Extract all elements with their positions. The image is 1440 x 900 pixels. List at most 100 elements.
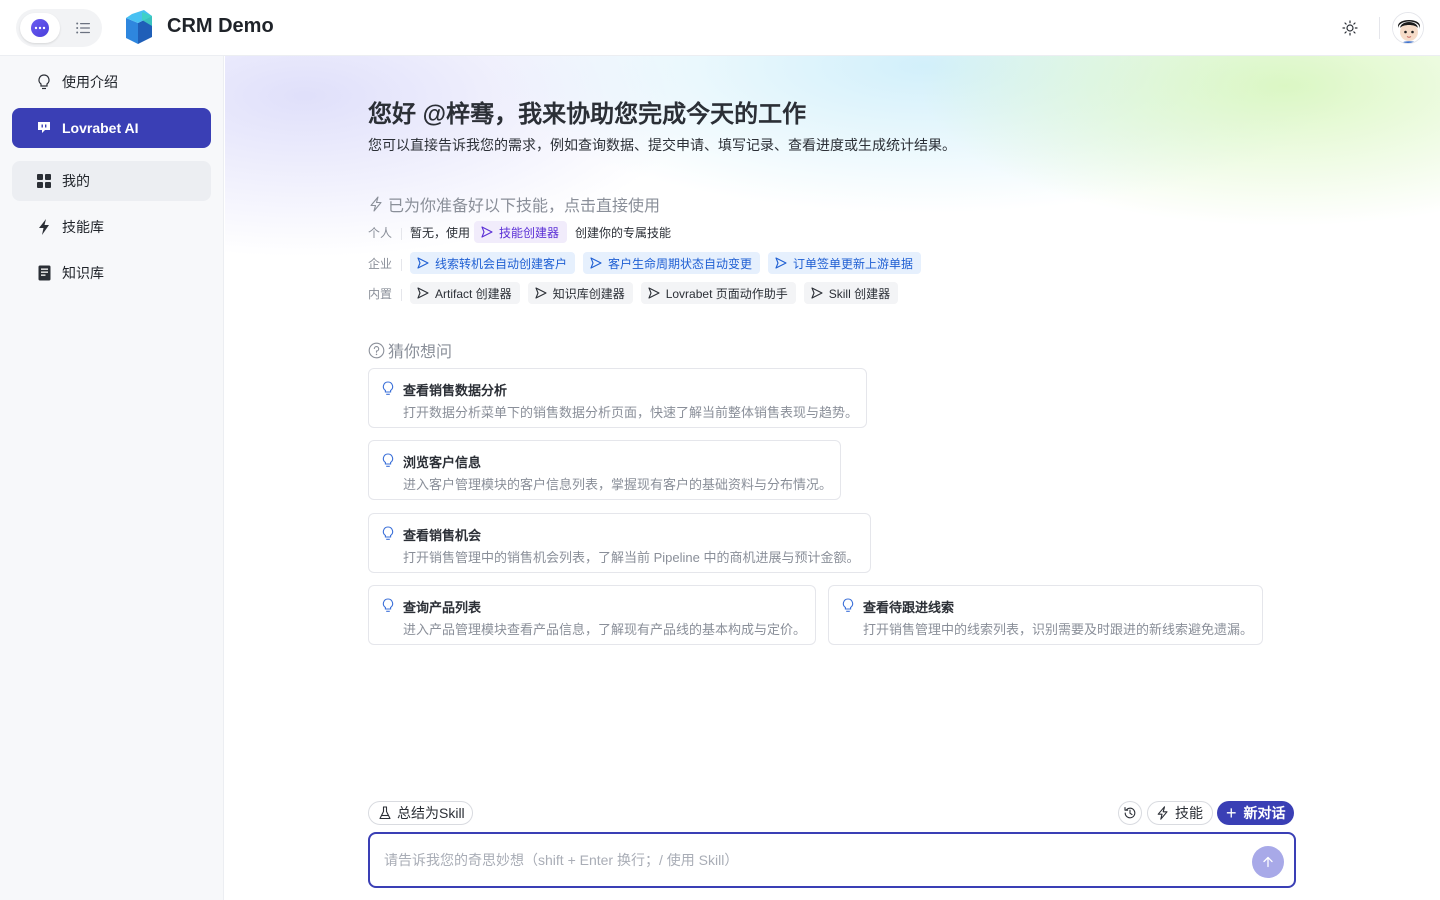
main-content: 您好 @梓骞，我来协助您完成今天的工作 您可以直接告诉我您的需求，例如查询数据、… [225,56,1440,900]
skills-button[interactable]: 技能 [1147,801,1213,825]
sidebar-item-label: 知识库 [62,265,104,281]
skills-heading-text: 已为你准备好以下技能，点击直接使用 [388,198,661,215]
chip-label: 订单签单更新上游单据 [793,256,914,271]
question-circle-icon [368,342,385,358]
card-title: 查看销售数据分析 [403,383,508,398]
chip-label: 客户生命周期状态自动变更 [608,256,753,271]
row-suffix-text: 创建你的专属技能 [575,225,672,240]
grid-icon [36,173,52,189]
lightning-outline-icon [1157,806,1168,820]
send-icon [417,287,429,299]
chip-label: Lovrabet 页面动作助手 [665,286,788,301]
chip-label: Artifact 创建器 [435,286,512,301]
skill-row-personal: 个人 暂无，使用 技能创建器 创建你的专属技能 [368,221,671,243]
row-label: 个人 [368,224,402,241]
flask-icon [379,806,391,820]
top-bar: CRM Demo [0,0,1440,56]
chip-label: Skill 创建器 [828,286,891,301]
skill-row-builtin: 内置 Artifact 创建器 知识库创建器 Lovrabet 页面动作助手 S… [368,282,899,304]
send-icon [535,287,547,299]
chat-input-box [368,832,1296,888]
lightbulb-icon [36,74,52,90]
view-mode-switch [16,9,102,47]
suggestions-heading: 猜你想问 [368,338,452,362]
user-avatar[interactable] [1392,12,1424,44]
sidebar-item-intro[interactable]: 使用介绍 [12,62,211,102]
lightbulb-icon [382,381,394,395]
chat-bubble-icon [36,120,52,136]
card-description: 打开数据分析菜单下的销售数据分析页面，快速了解当前整体销售表现与趋势。 [403,405,859,420]
sidebar-item-label: 我的 [62,173,90,189]
card-title: 浏览客户信息 [403,455,482,470]
skill-chip-builtin[interactable]: Artifact 创建器 [410,282,520,304]
chat-mode-button[interactable] [20,13,60,43]
chip-label: 知识库创建器 [552,286,625,301]
skill-chip-enterprise[interactable]: 线索转机会自动创建客户 [410,252,576,274]
history-icon [1124,807,1136,819]
send-icon [417,257,429,269]
skill-chip-builtin[interactable]: Lovrabet 页面动作助手 [640,282,796,304]
summarize-skill-button[interactable]: 总结为Skill [368,801,473,825]
summarize-label: 总结为Skill [397,805,465,821]
lightning-icon [36,219,52,235]
sidebar-item-label: Lovrabet AI [62,120,139,136]
new-chat-label: 新对话 [1243,805,1286,821]
greeting-subtitle: 您可以直接告诉我您的需求，例如查询数据、提交申请、填写记录、查看进度或生成统计结… [368,137,956,153]
skills-heading: 已为你准备好以下技能，点击直接使用 [368,192,660,216]
skill-chip-builtin[interactable]: Skill 创建器 [803,282,899,304]
card-description: 进入产品管理模块查看产品信息，了解现有产品线的基本构成与定价。 [403,622,807,637]
card-title: 查看销售机会 [403,528,482,543]
suggestion-card[interactable]: 查询产品列表 进入产品管理模块查看产品信息，了解现有产品线的基本构成与定价。 [368,585,816,645]
history-button[interactable] [1118,801,1142,825]
lightning-outline-icon [370,196,382,212]
app-title: CRM Demo [167,15,274,37]
theme-toggle-button[interactable] [1336,14,1364,42]
send-button[interactable] [1252,846,1284,878]
sidebar-item-lovrabet-ai[interactable]: Lovrabet AI [12,108,211,148]
card-description: 进入客户管理模块的客户信息列表，掌握现有客户的基础资料与分布情况。 [403,477,833,492]
send-icon [811,287,823,299]
top-divider [1379,17,1380,39]
skill-chip-builtin[interactable]: 知识库创建器 [527,282,633,304]
suggestion-card[interactable]: 浏览客户信息 进入客户管理模块的客户信息列表，掌握现有客户的基础资料与分布情况。 [368,440,841,500]
app-logo [122,10,156,46]
suggestion-card[interactable]: 查看销售数据分析 打开数据分析菜单下的销售数据分析页面，快速了解当前整体销售表现… [368,368,867,428]
skill-chip-creator[interactable]: 技能创建器 [474,221,568,243]
send-icon [481,226,493,238]
list-mode-button[interactable] [68,13,98,43]
lightbulb-icon [382,453,394,467]
sidebar: 使用介绍 Lovrabet AI 我的 技能库 知识库 [0,56,224,900]
suggestions-heading-text: 猜你想问 [388,344,453,361]
suggestion-card[interactable]: 查看待跟进线索 打开销售管理中的线索列表，识别需要及时跟进的新线索避免遗漏。 [828,585,1263,645]
chip-label: 线索转机会自动创建客户 [435,256,568,271]
sidebar-item-skills[interactable]: 技能库 [12,207,211,247]
send-icon [590,257,602,269]
skill-row-enterprise: 企业 线索转机会自动创建客户 客户生命周期状态自动变更 订单签单更新上游单据 [368,252,922,274]
book-icon [36,265,52,281]
suggestion-card[interactable]: 查看销售机会 打开销售管理中的销售机会列表，了解当前 Pipeline 中的商机… [368,513,871,573]
sidebar-item-label: 使用介绍 [62,74,118,90]
new-chat-button[interactable]: + 新对话 [1217,801,1294,825]
row-label: 企业 [368,255,402,272]
send-icon [775,257,787,269]
lightbulb-icon [842,598,854,612]
lightbulb-icon [382,526,394,540]
row-prefix-text: 暂无，使用 [410,225,471,240]
sidebar-item-mine[interactable]: 我的 [12,161,211,201]
sun-icon [1342,20,1358,36]
card-title: 查看待跟进线索 [863,600,955,615]
plus-icon: + [1226,803,1237,823]
card-description: 打开销售管理中的销售机会列表，了解当前 Pipeline 中的商机进展与预计金额… [403,550,860,565]
sidebar-item-label: 技能库 [62,219,104,235]
send-icon [648,287,660,299]
arrow-up-icon [1263,856,1273,868]
row-label: 内置 [368,285,402,302]
sidebar-item-knowledge[interactable]: 知识库 [12,253,211,293]
greeting-title: 您好 @梓骞，我来协助您完成今天的工作 [368,101,807,128]
chat-input[interactable] [384,848,1244,872]
skill-chip-enterprise[interactable]: 客户生命周期状态自动变更 [583,252,761,274]
skill-chip-enterprise[interactable]: 订单签单更新上游单据 [768,252,922,274]
lightbulb-icon [382,598,394,612]
card-description: 打开销售管理中的线索列表，识别需要及时跟进的新线索避免遗漏。 [863,622,1254,637]
skills-button-label: 技能 [1175,805,1203,821]
